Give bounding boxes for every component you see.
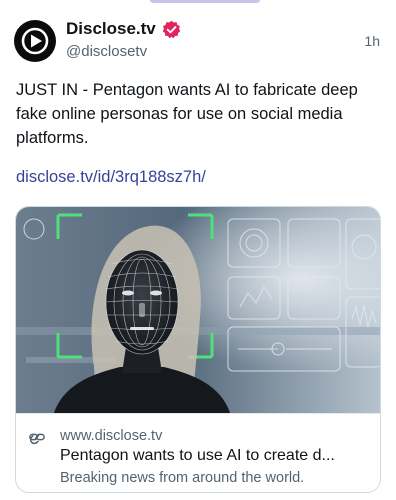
avatar[interactable] <box>14 20 56 62</box>
link-card-description: Breaking news from around the world. <box>60 470 305 486</box>
link-icon <box>29 433 45 445</box>
post-text: JUST IN - Pentagon wants AI to fabricate… <box>16 81 358 147</box>
post-link[interactable]: disclose.tv/id/3rq188sz7h/ <box>16 168 206 187</box>
link-card-meta: www.disclose.tv Pentagon wants to use AI… <box>16 413 380 492</box>
link-card-title: Pentagon wants to use AI to create d... <box>60 447 335 464</box>
account-handle[interactable]: @disclosetv <box>66 43 147 60</box>
link-card-domain: www.disclose.tv <box>60 428 163 444</box>
deepfake-face-scan-image <box>16 207 380 413</box>
link-preview-card[interactable]: www.disclose.tv Pentagon wants to use AI… <box>15 206 381 493</box>
play-logo-icon <box>21 27 49 55</box>
display-name[interactable]: Disclose.tv <box>66 19 156 39</box>
post-timestamp[interactable]: 1h <box>364 33 380 49</box>
name-row: Disclose.tv <box>66 19 181 39</box>
verified-badge-icon <box>162 20 181 38</box>
social-post: Disclose.tv @disclosetv 1h JUST IN - Pen… <box>0 0 396 500</box>
